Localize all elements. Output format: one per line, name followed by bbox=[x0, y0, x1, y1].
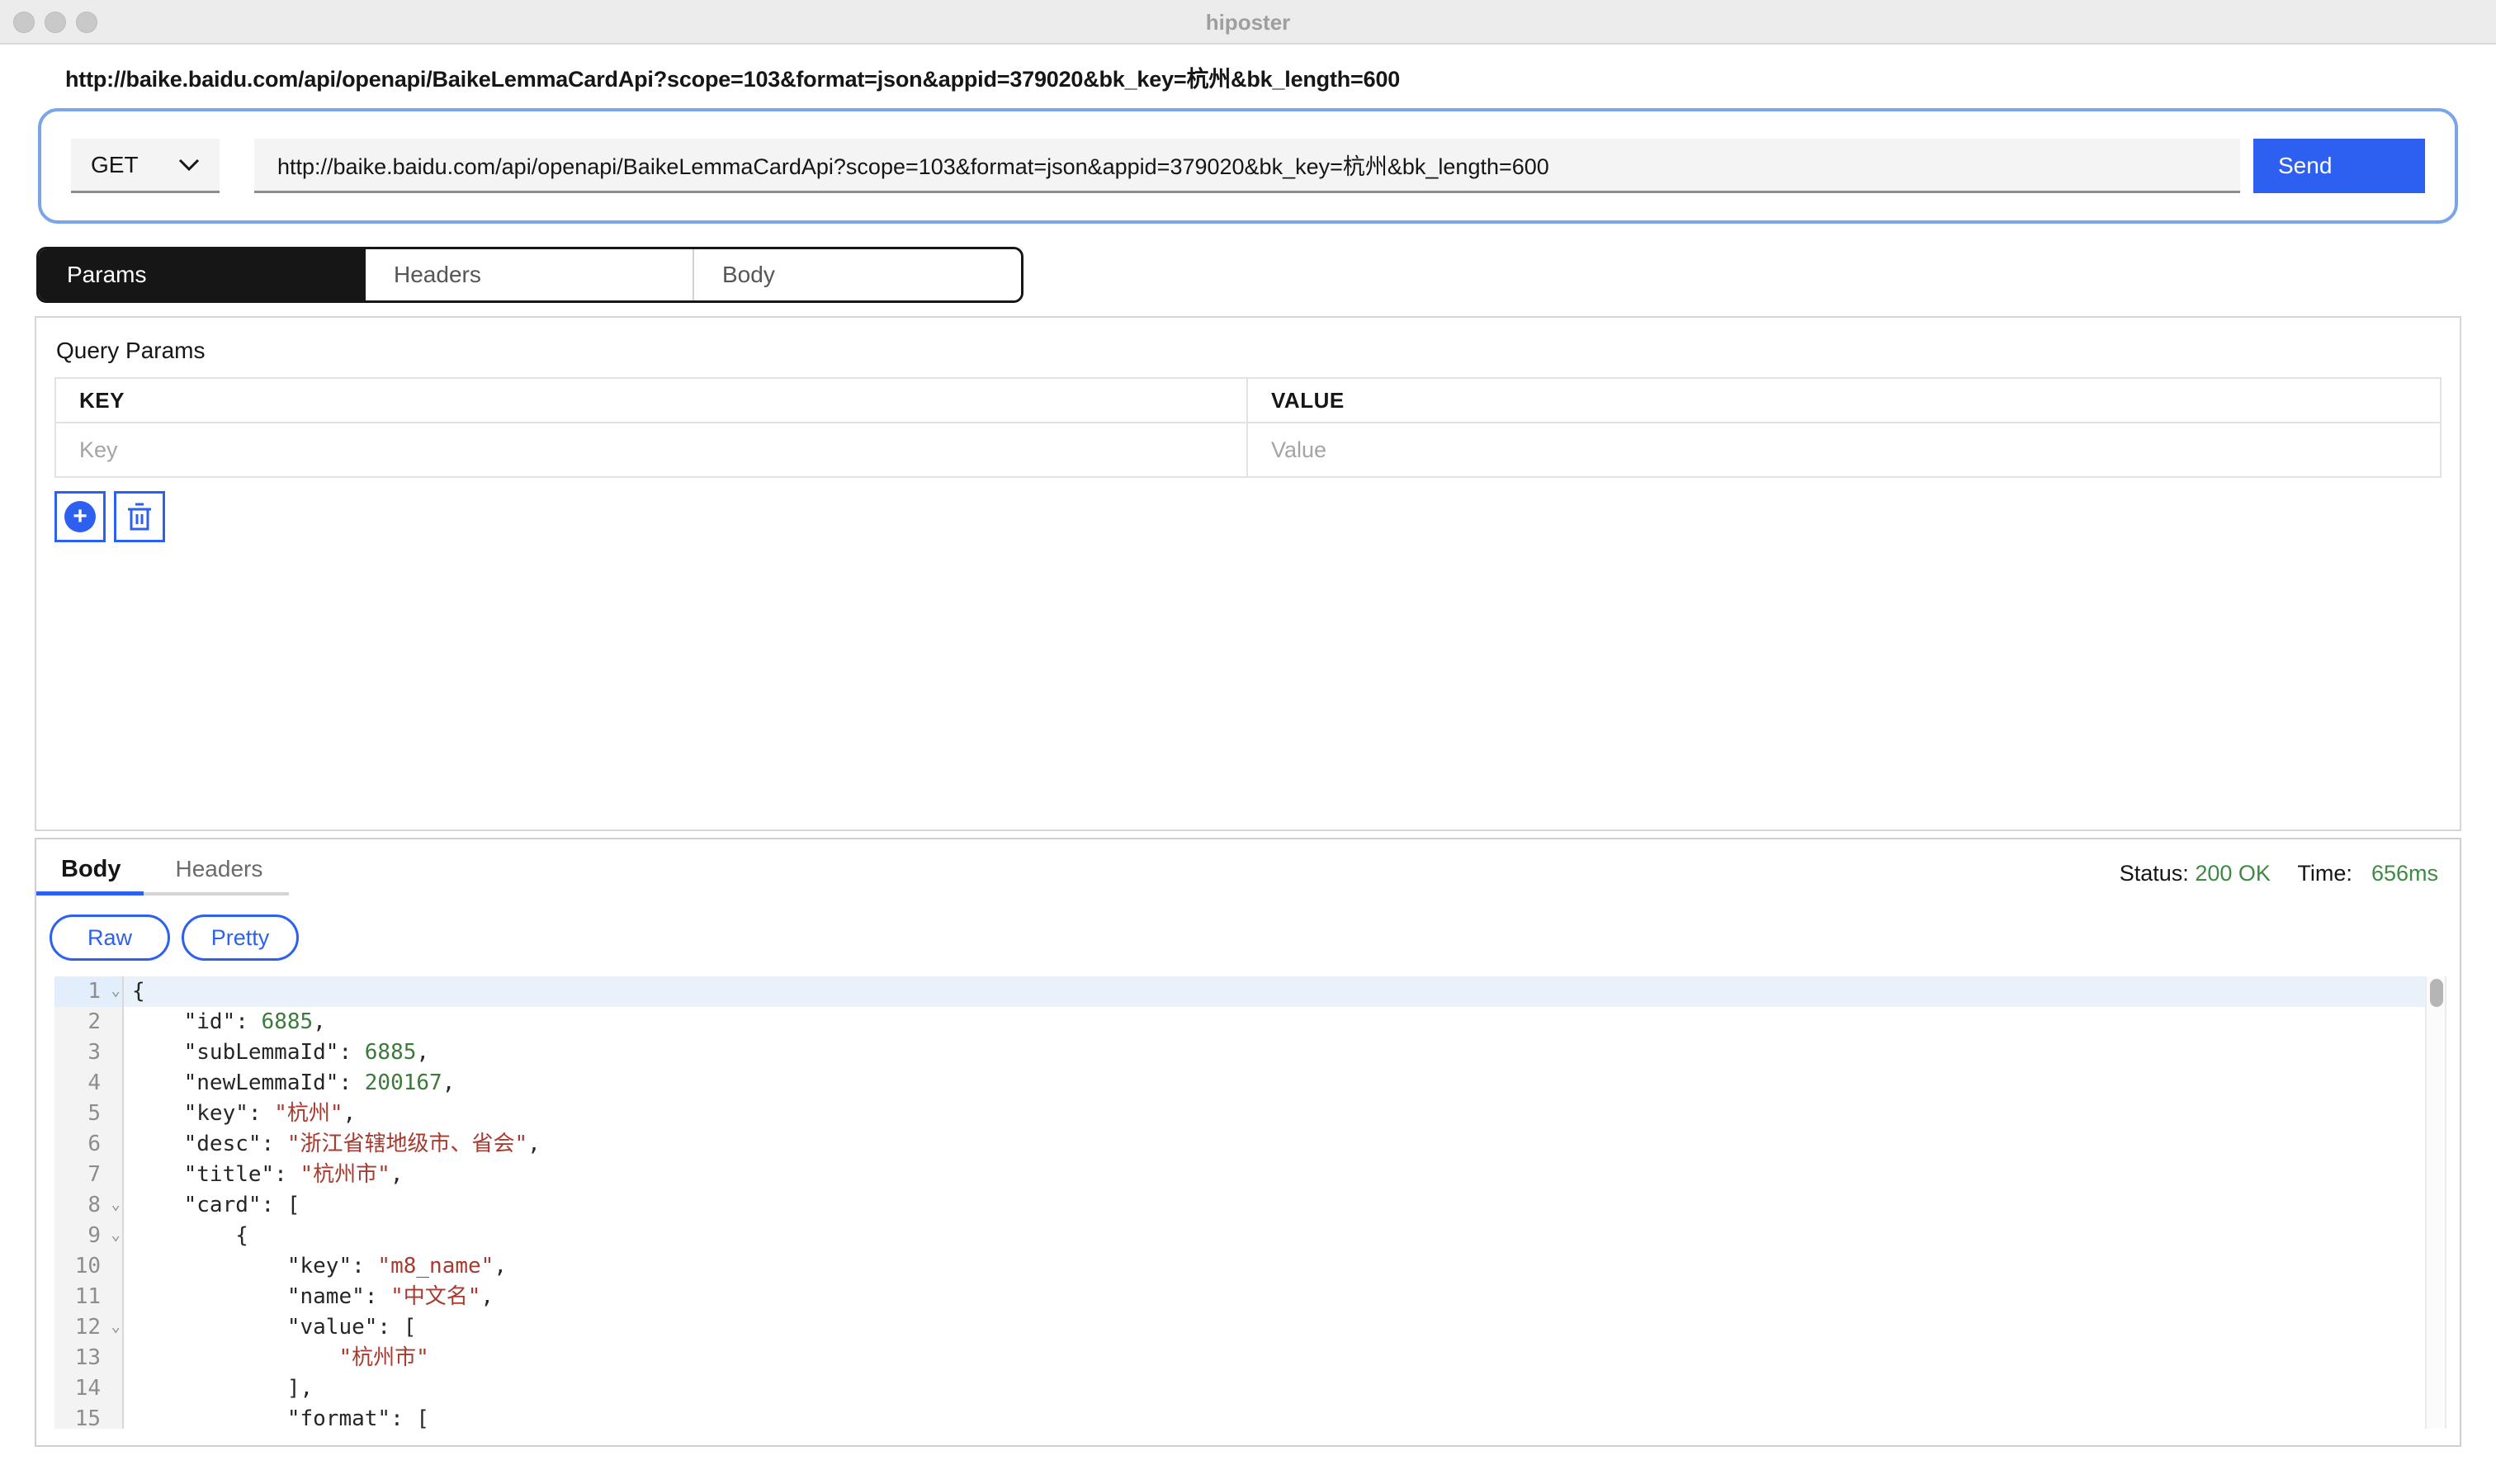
send-button[interactable]: Send bbox=[2253, 139, 2425, 193]
code-line: 1⌄{ bbox=[54, 976, 2446, 1007]
code-line: 5 "key": "杭州", bbox=[54, 1099, 2446, 1129]
code-line: 4 "newLemmaId": 200167, bbox=[54, 1068, 2446, 1099]
tab-body[interactable]: Body bbox=[693, 249, 1021, 300]
response-status-line: Status: 200 OK Time: 656ms bbox=[2120, 856, 2438, 886]
code-line: 12⌄ "value": [ bbox=[54, 1312, 2446, 1343]
window-controls bbox=[13, 12, 97, 33]
table-row bbox=[56, 423, 2440, 476]
code-line: 13 "杭州市" bbox=[54, 1343, 2446, 1373]
response-tab-headers[interactable]: Headers bbox=[176, 856, 263, 883]
status-value: 200 OK bbox=[2195, 861, 2271, 886]
scrollbar-thumb[interactable] bbox=[2430, 979, 2443, 1007]
param-key-input[interactable] bbox=[56, 423, 1246, 476]
window-title: hiposter bbox=[0, 0, 2496, 45]
fold-chevron-icon[interactable]: ⌄ bbox=[111, 1311, 121, 1342]
code-line: 7 "title": "杭州市", bbox=[54, 1160, 2446, 1190]
response-tab-underline bbox=[36, 891, 289, 896]
raw-view-button[interactable]: Raw bbox=[50, 915, 170, 961]
fold-chevron-icon[interactable]: ⌄ bbox=[111, 1220, 121, 1250]
response-tab-body[interactable]: Body bbox=[61, 856, 121, 883]
method-select[interactable]: GET bbox=[71, 139, 220, 193]
code-line: 3 "subLemmaId": 6885, bbox=[54, 1037, 2446, 1068]
trash-icon bbox=[126, 502, 153, 532]
time-value: 656ms bbox=[2371, 861, 2438, 886]
code-line: 8⌄ "card": [ bbox=[54, 1190, 2446, 1221]
code-line: 2 "id": 6885, bbox=[54, 1007, 2446, 1037]
code-line: 9⌄ { bbox=[54, 1221, 2446, 1251]
fold-chevron-icon[interactable]: ⌄ bbox=[111, 1189, 121, 1220]
code-line: 11 "name": "中文名", bbox=[54, 1282, 2446, 1312]
code-line: 15 "format": [ bbox=[54, 1404, 2446, 1429]
query-params-title: Query Params bbox=[56, 338, 2442, 364]
tab-params[interactable]: Params bbox=[39, 249, 366, 300]
url-input[interactable] bbox=[254, 139, 2240, 193]
time-label: Time: bbox=[2297, 861, 2352, 886]
scrollbar[interactable] bbox=[2425, 976, 2446, 1429]
request-tabs: Params Headers Body bbox=[36, 247, 1023, 303]
response-panel: Body Headers Status: 200 OK Time: 656ms … bbox=[35, 838, 2461, 1447]
add-icon: + bbox=[64, 501, 96, 532]
delete-param-button[interactable] bbox=[114, 491, 165, 542]
code-line: 14 ], bbox=[54, 1373, 2446, 1404]
key-column-header: KEY bbox=[56, 379, 1248, 422]
request-bar: GET Send bbox=[38, 108, 2458, 224]
json-code: 1⌄{2 "id": 6885,3 "subLemmaId": 6885,4 "… bbox=[54, 976, 2446, 1429]
zoom-window-icon[interactable] bbox=[76, 12, 97, 33]
response-tabs: Body Headers bbox=[61, 856, 262, 883]
params-panel: Query Params KEY VALUE + bbox=[35, 316, 2461, 831]
value-column-header: VALUE bbox=[1248, 379, 2440, 422]
window-titlebar: hiposter bbox=[0, 0, 2496, 45]
pretty-view-button[interactable]: Pretty bbox=[182, 915, 299, 961]
chevron-down-icon bbox=[178, 158, 200, 172]
table-header-row: KEY VALUE bbox=[56, 379, 2440, 423]
fold-chevron-icon[interactable]: ⌄ bbox=[111, 976, 121, 1006]
status-label: Status: bbox=[2120, 861, 2189, 886]
query-params-table: KEY VALUE bbox=[54, 377, 2442, 478]
method-select-value: GET bbox=[91, 152, 139, 178]
code-line: 6 "desc": "浙江省辖地级市、省会", bbox=[54, 1129, 2446, 1160]
minimize-window-icon[interactable] bbox=[45, 12, 66, 33]
code-line: 10 "key": "m8_name", bbox=[54, 1251, 2446, 1282]
response-body-viewer[interactable]: 1⌄{2 "id": 6885,3 "subLemmaId": 6885,4 "… bbox=[54, 976, 2446, 1429]
add-param-button[interactable]: + bbox=[54, 491, 106, 542]
param-value-input[interactable] bbox=[1248, 423, 2440, 476]
tab-headers[interactable]: Headers bbox=[366, 249, 693, 300]
close-window-icon[interactable] bbox=[13, 12, 35, 33]
request-url-heading: http://baike.baidu.com/api/openapi/Baike… bbox=[65, 61, 2496, 93]
